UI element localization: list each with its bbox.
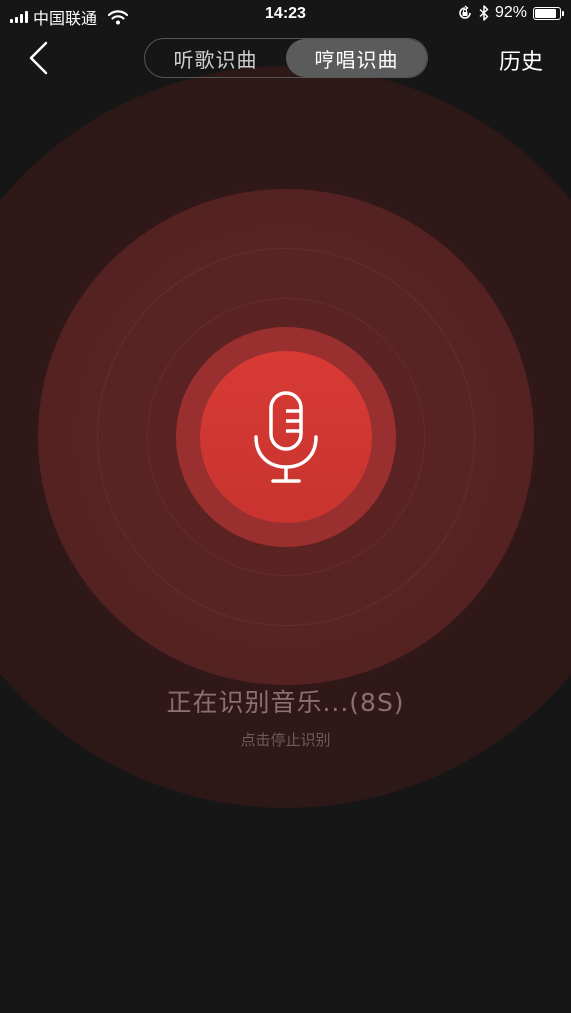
tab-listen-song[interactable]: 听歌识曲	[145, 39, 286, 77]
tab-hum-song[interactable]: 哼唱识曲	[286, 39, 427, 77]
orientation-lock-icon	[459, 5, 471, 19]
bluetooth-icon	[479, 5, 489, 21]
chevron-left-icon	[29, 41, 48, 75]
status-bar-right: 92%	[457, 4, 564, 22]
battery-level-fill	[535, 8, 556, 18]
battery-icon	[533, 6, 564, 20]
recognition-mode-switch: 听歌识曲 哼唱识曲	[144, 38, 428, 78]
battery-percent-label: 92%	[494, 4, 527, 21]
back-button[interactable]	[22, 38, 58, 78]
status-bar: 中国联通 14:23 92%	[0, 0, 571, 30]
recognition-status-title: 正在识别音乐...(8S)	[166, 688, 405, 717]
record-button[interactable]	[200, 351, 372, 523]
stop-recognition-hint[interactable]: 点击停止识别	[0, 729, 571, 750]
humming-recognition-screen: 中国联通 14:23 92% 听歌识曲 哼唱识曲 历史 正在识别音乐...(8S…	[0, 0, 571, 1013]
microphone-icon	[254, 391, 318, 483]
history-button[interactable]: 历史	[499, 44, 543, 76]
